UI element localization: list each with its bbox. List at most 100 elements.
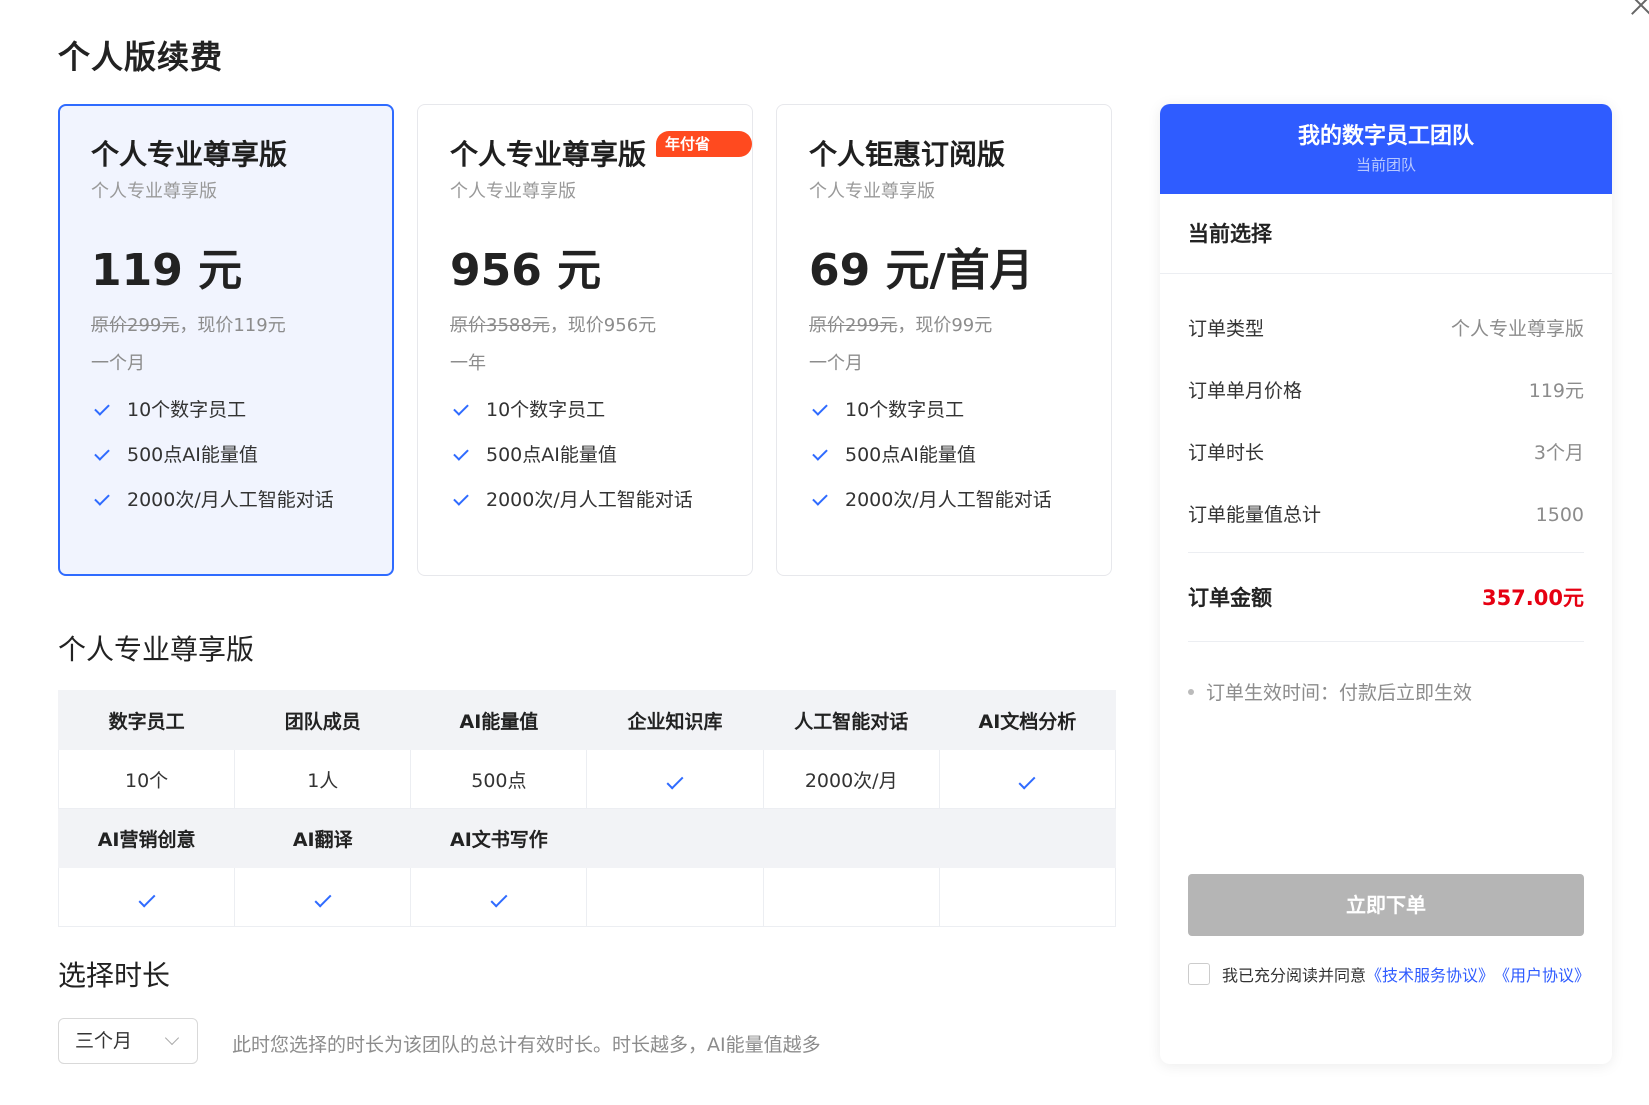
table-header-row: 数字员工 团队成员 AI能量值 企业知识库 人工智能对话 AI文档分析 bbox=[57, 690, 1117, 750]
row-value: 119元 bbox=[1528, 380, 1584, 402]
table-cell bbox=[410, 867, 588, 927]
bullet-icon bbox=[1188, 688, 1194, 695]
close-icon[interactable] bbox=[1628, 0, 1649, 18]
row-label: 订单时长 bbox=[1188, 442, 1265, 464]
table-cell: 2000次/月 bbox=[762, 749, 940, 809]
check-icon bbox=[666, 772, 684, 790]
table-cell bbox=[938, 749, 1117, 809]
order-now-button[interactable]: 立即下单 bbox=[1188, 874, 1584, 936]
table-header-cell: AI营销创意 bbox=[57, 808, 236, 868]
user-agreement-link[interactable]: 《用户协议》 bbox=[1494, 962, 1590, 986]
page-title: 个人版续费 bbox=[58, 38, 224, 76]
plan-card-1[interactable]: 个人专业尊享版 个人专业尊享版 119 元 原价299元，现价119元 一个月 … bbox=[58, 104, 394, 576]
effective-time-note: 订单生效时间：付款后立即生效 bbox=[1188, 678, 1584, 705]
row-value: 3个月 bbox=[1533, 442, 1584, 464]
check-icon bbox=[453, 445, 469, 461]
check-icon bbox=[94, 400, 110, 416]
check-icon bbox=[453, 400, 469, 416]
row-label: 订单类型 bbox=[1188, 318, 1265, 340]
total-amount: 357.00元 bbox=[1481, 586, 1584, 610]
table-header-cell: AI文档分析 bbox=[938, 690, 1117, 750]
feature-table: 数字员工 团队成员 AI能量值 企业知识库 人工智能对话 AI文档分析 10个 … bbox=[57, 690, 1117, 927]
plan-price: 119 元 bbox=[91, 245, 243, 296]
table-cell bbox=[586, 867, 764, 927]
check-icon bbox=[812, 400, 828, 416]
agree-checkbox[interactable] bbox=[1188, 963, 1210, 985]
row-label: 订单单月价格 bbox=[1188, 380, 1303, 402]
order-summary-panel: 我的数字员工团队 当前团队 当前选择 订单类型 个人专业尊享版 订单单月价格 1… bbox=[1160, 104, 1612, 1064]
discount-badge: 年付省33% bbox=[656, 131, 752, 175]
table-row bbox=[57, 867, 1117, 927]
plan-subtitle: 个人专业尊享版 bbox=[91, 181, 217, 202]
check-icon bbox=[94, 490, 110, 506]
feature-item: 500点AI能量值 bbox=[809, 442, 1111, 468]
check-icon bbox=[94, 445, 110, 461]
row-value: 个人专业尊享版 bbox=[1450, 318, 1584, 340]
feature-item: 10个数字员工 bbox=[91, 397, 392, 423]
plan-subtitle: 个人专业尊享版 bbox=[450, 181, 576, 202]
duration-row: 订单时长 3个月 bbox=[1188, 422, 1584, 484]
table-header-cell bbox=[762, 808, 940, 868]
table-header-cell: 团队成员 bbox=[234, 690, 412, 750]
table-cell: 10个 bbox=[57, 749, 236, 809]
feature-table-title: 个人专业尊享版 bbox=[58, 633, 255, 666]
table-header-cell: AI能量值 bbox=[410, 690, 588, 750]
duration-hint: 此时您选择的时长为该团队的总计有效时长。时长越多，AI能量值越多 bbox=[232, 1034, 821, 1056]
plan-original-price: 原价3588元，现价956元 bbox=[450, 315, 657, 336]
order-type-row: 订单类型 个人专业尊享版 bbox=[1188, 298, 1584, 360]
table-header-cell: AI翻译 bbox=[234, 808, 412, 868]
total-label: 订单金额 bbox=[1188, 586, 1272, 610]
plan-name: 个人专业尊享版 bbox=[91, 138, 288, 171]
table-cell bbox=[586, 749, 764, 809]
check-icon bbox=[490, 890, 508, 908]
table-header-cell: 人工智能对话 bbox=[762, 690, 940, 750]
plan-features: 10个数字员工 500点AI能量值 2000次/月人工智能对话 bbox=[91, 397, 392, 513]
feature-item: 10个数字员工 bbox=[809, 397, 1111, 423]
duration-select[interactable]: 三个月 bbox=[58, 1018, 198, 1064]
monthly-price-row: 订单单月价格 119元 bbox=[1188, 360, 1584, 422]
check-icon bbox=[812, 445, 828, 461]
chevron-down-icon bbox=[164, 1030, 180, 1046]
feature-item: 2000次/月人工智能对话 bbox=[91, 487, 392, 513]
agree-text: 我已充分阅读并同意 bbox=[1222, 966, 1367, 985]
plan-card-3[interactable]: 个人钜惠订阅版 个人专业尊享版 69 元/首月 原价299元，现价99元 一个月… bbox=[776, 104, 1112, 576]
current-selection-heading: 当前选择 bbox=[1160, 194, 1612, 274]
order-total-row: 订单金额 357.00元 bbox=[1188, 552, 1584, 642]
check-icon bbox=[314, 890, 332, 908]
table-header-cell: 企业知识库 bbox=[586, 690, 764, 750]
row-value: 1500 bbox=[1535, 504, 1584, 526]
feature-item: 10个数字员工 bbox=[450, 397, 752, 423]
table-header-row: AI营销创意 AI翻译 AI文书写作 bbox=[57, 808, 1117, 868]
agreement: 我已充分阅读并同意 《技术服务协议》 《用户协议》 bbox=[1188, 962, 1590, 986]
duration-selected-value: 三个月 bbox=[75, 1030, 133, 1052]
table-cell: 1人 bbox=[234, 749, 412, 809]
feature-item: 500点AI能量值 bbox=[450, 442, 752, 468]
table-header-cell: AI文书写作 bbox=[410, 808, 588, 868]
plan-original-price: 原价299元，现价99元 bbox=[809, 315, 993, 336]
plan-price: 956 元 bbox=[450, 245, 602, 296]
table-cell bbox=[762, 867, 940, 927]
energy-total-row: 订单能量值总计 1500 bbox=[1188, 484, 1584, 546]
row-label: 订单能量值总计 bbox=[1188, 504, 1322, 526]
team-subtitle: 当前团队 bbox=[1355, 156, 1416, 174]
plan-name: 个人钜惠订阅版 bbox=[809, 138, 1006, 171]
check-icon bbox=[453, 490, 469, 506]
check-icon bbox=[812, 490, 828, 506]
table-cell bbox=[938, 867, 1117, 927]
duration-title: 选择时长 bbox=[58, 959, 171, 992]
plan-original-price: 原价299元，现价119元 bbox=[91, 315, 286, 336]
feature-item: 2000次/月人工智能对话 bbox=[450, 487, 752, 513]
team-header: 我的数字员工团队 当前团队 bbox=[1160, 104, 1612, 194]
plan-period: 一个月 bbox=[809, 353, 863, 374]
check-icon bbox=[1018, 772, 1036, 790]
table-header-cell bbox=[938, 808, 1117, 868]
plan-features: 10个数字员工 500点AI能量值 2000次/月人工智能对话 bbox=[809, 397, 1111, 513]
plan-card-2[interactable]: 年付省33% 个人专业尊享版 个人专业尊享版 956 元 原价3588元，现价9… bbox=[417, 104, 753, 576]
table-row: 10个 1人 500点 2000次/月 bbox=[57, 749, 1117, 809]
table-header-cell bbox=[586, 808, 764, 868]
check-icon bbox=[138, 890, 156, 908]
service-agreement-link[interactable]: 《技术服务协议》 bbox=[1366, 962, 1494, 986]
plan-period: 一个月 bbox=[91, 353, 145, 374]
plan-subtitle: 个人专业尊享版 bbox=[809, 181, 935, 202]
table-header-cell: 数字员工 bbox=[57, 690, 236, 750]
